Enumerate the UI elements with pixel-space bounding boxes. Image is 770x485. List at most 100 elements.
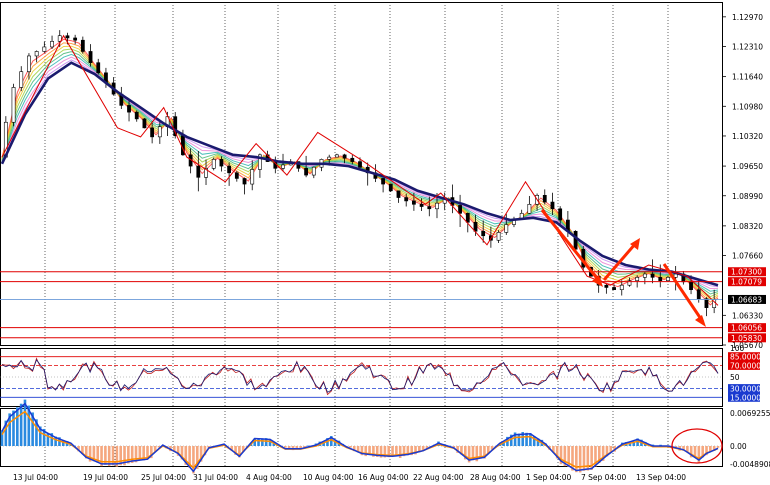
candle-body xyxy=(396,190,401,198)
candle-body xyxy=(250,169,255,185)
candle-body xyxy=(134,111,139,120)
chart-background xyxy=(0,0,770,485)
candle-body xyxy=(527,203,532,214)
x-axis-label-5: 10 Aug 04:00 xyxy=(303,473,354,482)
candle-body xyxy=(157,126,162,138)
y-tick-label: 1.06330 xyxy=(732,311,763,320)
x-axis-label-3: 31 Jul 04:00 xyxy=(193,473,238,482)
candle-body xyxy=(142,118,147,129)
x-axis-label-0: 13 Jul 04:00 xyxy=(13,473,58,482)
osc-histogram-bar xyxy=(111,446,115,466)
candle-body xyxy=(696,289,701,299)
osc-histogram-bar xyxy=(395,446,398,456)
osc-histogram-bar xyxy=(261,438,264,446)
candle-body xyxy=(50,41,54,48)
y-tick-label: 1.07660 xyxy=(732,252,763,261)
candle-body xyxy=(435,202,439,210)
candle-body xyxy=(34,51,39,57)
candle-body xyxy=(550,201,555,210)
y-tick-label: 1.10320 xyxy=(732,132,763,141)
candle-body xyxy=(573,230,578,250)
osc-histogram-bar xyxy=(19,403,23,446)
osc-histogram-bar xyxy=(586,446,590,471)
candle-body xyxy=(211,159,216,169)
level-tag-1: 1.07079 xyxy=(731,278,762,287)
candle-body xyxy=(88,51,93,63)
osc-histogram-bar xyxy=(578,446,582,473)
candle-body xyxy=(73,37,78,41)
candle-body xyxy=(11,87,16,123)
candle-body xyxy=(311,166,316,176)
x-axis-label-6: 16 Aug 04:00 xyxy=(358,473,409,482)
x-axis-label-2: 25 Jul 04:00 xyxy=(141,473,186,482)
candle-body xyxy=(427,206,432,210)
candle-body xyxy=(150,127,155,138)
candle-body xyxy=(604,284,609,288)
x-axis-label-9: 1 Sep 04:00 xyxy=(526,473,572,482)
osc-histogram-bar xyxy=(716,446,720,448)
x-axis-labels: 13 Jul 04:00 19 Jul 04:00 25 Jul 04:00 31 J… xyxy=(13,473,686,482)
candle-body xyxy=(304,168,309,176)
y-tick-label: 1.12310 xyxy=(732,43,763,52)
y-tick-label: 1.11640 xyxy=(732,73,763,82)
candle-body xyxy=(381,178,385,185)
candle-body xyxy=(404,197,409,202)
candle-body xyxy=(127,105,131,113)
osc-histogram-bar xyxy=(575,446,578,473)
candle-body xyxy=(542,195,547,203)
candle-body xyxy=(458,205,462,214)
candle-body xyxy=(196,165,201,178)
candle-body xyxy=(350,157,355,162)
y-tick-label: 1.08320 xyxy=(732,222,763,231)
candle-body xyxy=(481,230,486,237)
candle-body xyxy=(327,156,332,160)
osc-histogram-bar xyxy=(107,446,111,467)
candle-body xyxy=(465,212,470,223)
candle-body xyxy=(388,183,393,192)
osc-histogram-bar xyxy=(46,433,50,446)
x-axis-label-4: 4 Aug 04:00 xyxy=(246,473,292,482)
osc-histogram-bar xyxy=(517,433,521,446)
candle-body xyxy=(666,277,670,282)
osc-axis-label-2: -0.0048908 xyxy=(730,460,770,469)
candle-body xyxy=(650,273,655,278)
candle-body xyxy=(335,154,339,158)
candle-body xyxy=(704,298,709,308)
candle-body xyxy=(227,165,232,174)
level-tag-0: 1.07300 xyxy=(731,268,762,277)
candle-body xyxy=(504,224,509,233)
rsi-tag-5: 15.0000 xyxy=(730,393,761,402)
candle-body xyxy=(219,159,224,167)
candle-body xyxy=(411,200,416,205)
x-axis-label-8: 28 Aug 04:00 xyxy=(470,473,521,482)
x-axis-label-7: 22 Aug 04:00 xyxy=(413,473,464,482)
candle-body xyxy=(642,273,647,278)
x-axis-label-10: 7 Sep 04:00 xyxy=(581,473,627,482)
rsi-axis-label-3: 50 xyxy=(730,373,740,382)
candle-body xyxy=(658,277,663,282)
candle-body xyxy=(281,164,285,169)
candle-body xyxy=(27,55,31,72)
candle-body xyxy=(612,287,616,291)
osc-histogram-bar xyxy=(12,410,15,446)
candle-body xyxy=(96,62,101,74)
candle-body xyxy=(635,277,640,282)
current-price-tag: 1.06683 xyxy=(731,295,762,304)
osc-axis-label-1: 0.00 xyxy=(730,442,747,451)
osc-histogram-bar xyxy=(16,407,19,446)
rsi-axis-label-0: 100 xyxy=(730,344,745,353)
candle-body xyxy=(342,154,347,159)
candle-body xyxy=(496,232,501,241)
candle-body xyxy=(619,284,624,291)
osc-axis-label-0: 0.0069255 xyxy=(730,409,770,418)
y-tick-label: 1.12970 xyxy=(732,13,763,22)
osc-histogram-bar xyxy=(349,446,352,448)
candle-body xyxy=(419,203,424,207)
level-tag-2: 1.06056 xyxy=(731,324,762,333)
rsi-tag-1: 85.0000 xyxy=(730,353,761,362)
candle-body xyxy=(558,208,563,221)
candle-body xyxy=(42,46,47,52)
y-tick-label: 1.08990 xyxy=(732,192,763,201)
candle-body xyxy=(358,161,362,168)
rsi-tag-2: 70.0000 xyxy=(730,361,761,370)
